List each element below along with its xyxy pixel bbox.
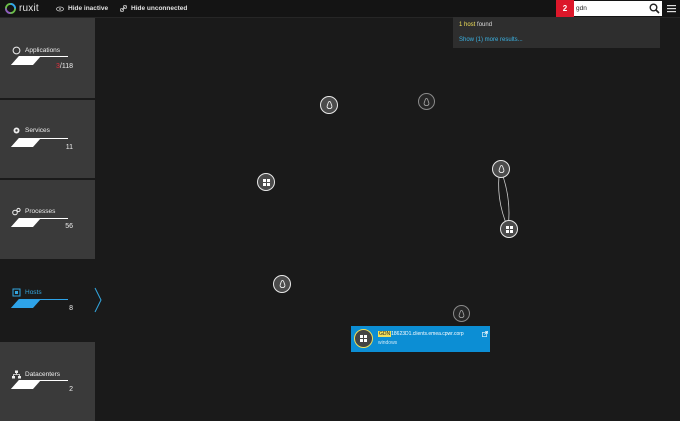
- logo-text: ruxit: [19, 3, 39, 14]
- connection-lines: [498, 167, 510, 229]
- host-name-match: GDN: [378, 331, 392, 337]
- sidebar-item-label: Processes: [25, 208, 56, 215]
- search-input[interactable]: [576, 3, 642, 14]
- datacenter-icon: [12, 370, 21, 379]
- hide-inactive-label: Hide inactive: [68, 5, 109, 12]
- total-count: /118: [59, 63, 73, 70]
- processes-icon: [12, 207, 21, 216]
- processes-count: 56: [65, 223, 73, 230]
- sidebar-item-header: Datacenters: [12, 370, 60, 379]
- health-stripe: [11, 380, 68, 389]
- sidebar-item-processes[interactable]: Processes 56: [0, 180, 95, 259]
- windows-logo-icon: [360, 335, 367, 342]
- link-icon: [120, 5, 127, 12]
- problem-count-badge[interactable]: 2: [556, 0, 574, 17]
- hosts-count: 8: [69, 305, 73, 312]
- health-stripe: [11, 218, 68, 227]
- host-node-linux[interactable]: [453, 305, 470, 322]
- sidebar-item-datacenters[interactable]: Datacenters 2: [0, 342, 95, 421]
- host-name-rest: 18623D1.clients.emea.cpwr.corp: [391, 331, 464, 337]
- highlighted-host-card[interactable]: GDN18623D1.clients.emea.cpwr.corp window…: [351, 326, 490, 352]
- host-name: GDN18623D1.clients.emea.cpwr.corp: [378, 331, 464, 337]
- hide-unconnected-label: Hide unconnected: [131, 5, 188, 12]
- applications-count: 3/118: [56, 63, 73, 70]
- sidebar-item-label: Hosts: [25, 289, 42, 296]
- host-node-linux[interactable]: [492, 160, 510, 178]
- smartscape-canvas: [95, 18, 680, 421]
- sidebar-item-header: Services: [12, 126, 50, 135]
- sidebar-item-applications[interactable]: Applications 3/118: [0, 18, 95, 98]
- sidebar-item-label: Applications: [25, 47, 61, 54]
- host-node-linux[interactable]: [273, 275, 291, 293]
- datacenters-count: 2: [69, 386, 73, 393]
- linux-tux-icon: [326, 101, 332, 109]
- linux-tux-icon: [423, 97, 430, 106]
- host-os: windows: [378, 340, 398, 346]
- host-node-linux[interactable]: [320, 96, 338, 114]
- sidebar-item-header: Applications: [12, 46, 60, 55]
- ruxit-logo-icon: [5, 3, 16, 14]
- hide-inactive-button[interactable]: Hide inactive: [56, 3, 108, 14]
- host-icon: [12, 288, 21, 297]
- sidebar-item-services[interactable]: Services 11: [0, 100, 95, 178]
- health-stripe: [11, 299, 68, 308]
- sidebar-item-label: Datacenters: [25, 371, 61, 378]
- windows-logo-icon: [262, 178, 270, 186]
- linux-tux-icon: [498, 165, 504, 173]
- sidebar-item-label: Services: [25, 127, 50, 134]
- host-node-windows-selected[interactable]: [354, 329, 373, 348]
- sidebar: Applications 3/118 Services 11 Processes: [0, 18, 95, 421]
- services-count: 11: [65, 144, 73, 151]
- search-icon[interactable]: [649, 3, 660, 14]
- open-external-icon[interactable]: [482, 331, 488, 337]
- sidebar-item-hosts[interactable]: Hosts 8: [0, 261, 95, 340]
- sidebar-item-header: Processes: [12, 207, 55, 216]
- hamburger-menu-icon[interactable]: [667, 4, 676, 13]
- ruxit-logo[interactable]: ruxit: [5, 2, 39, 15]
- host-node-windows[interactable]: [257, 173, 275, 191]
- hide-unconnected-button[interactable]: Hide unconnected: [120, 3, 187, 14]
- host-node-windows[interactable]: [500, 220, 518, 238]
- applications-icon: [12, 46, 21, 55]
- host-node-linux[interactable]: [418, 93, 435, 110]
- eye-off-icon: [56, 6, 64, 11]
- sidebar-item-header: Hosts: [12, 288, 42, 297]
- linux-tux-icon: [279, 280, 285, 288]
- windows-logo-icon: [505, 225, 513, 233]
- gear-icon: [13, 127, 20, 134]
- health-stripe: [11, 138, 68, 147]
- linux-tux-icon: [458, 309, 465, 318]
- search-box: [574, 1, 662, 16]
- top-bar: ruxit Hide inactive Hide unconnected 2: [0, 0, 680, 18]
